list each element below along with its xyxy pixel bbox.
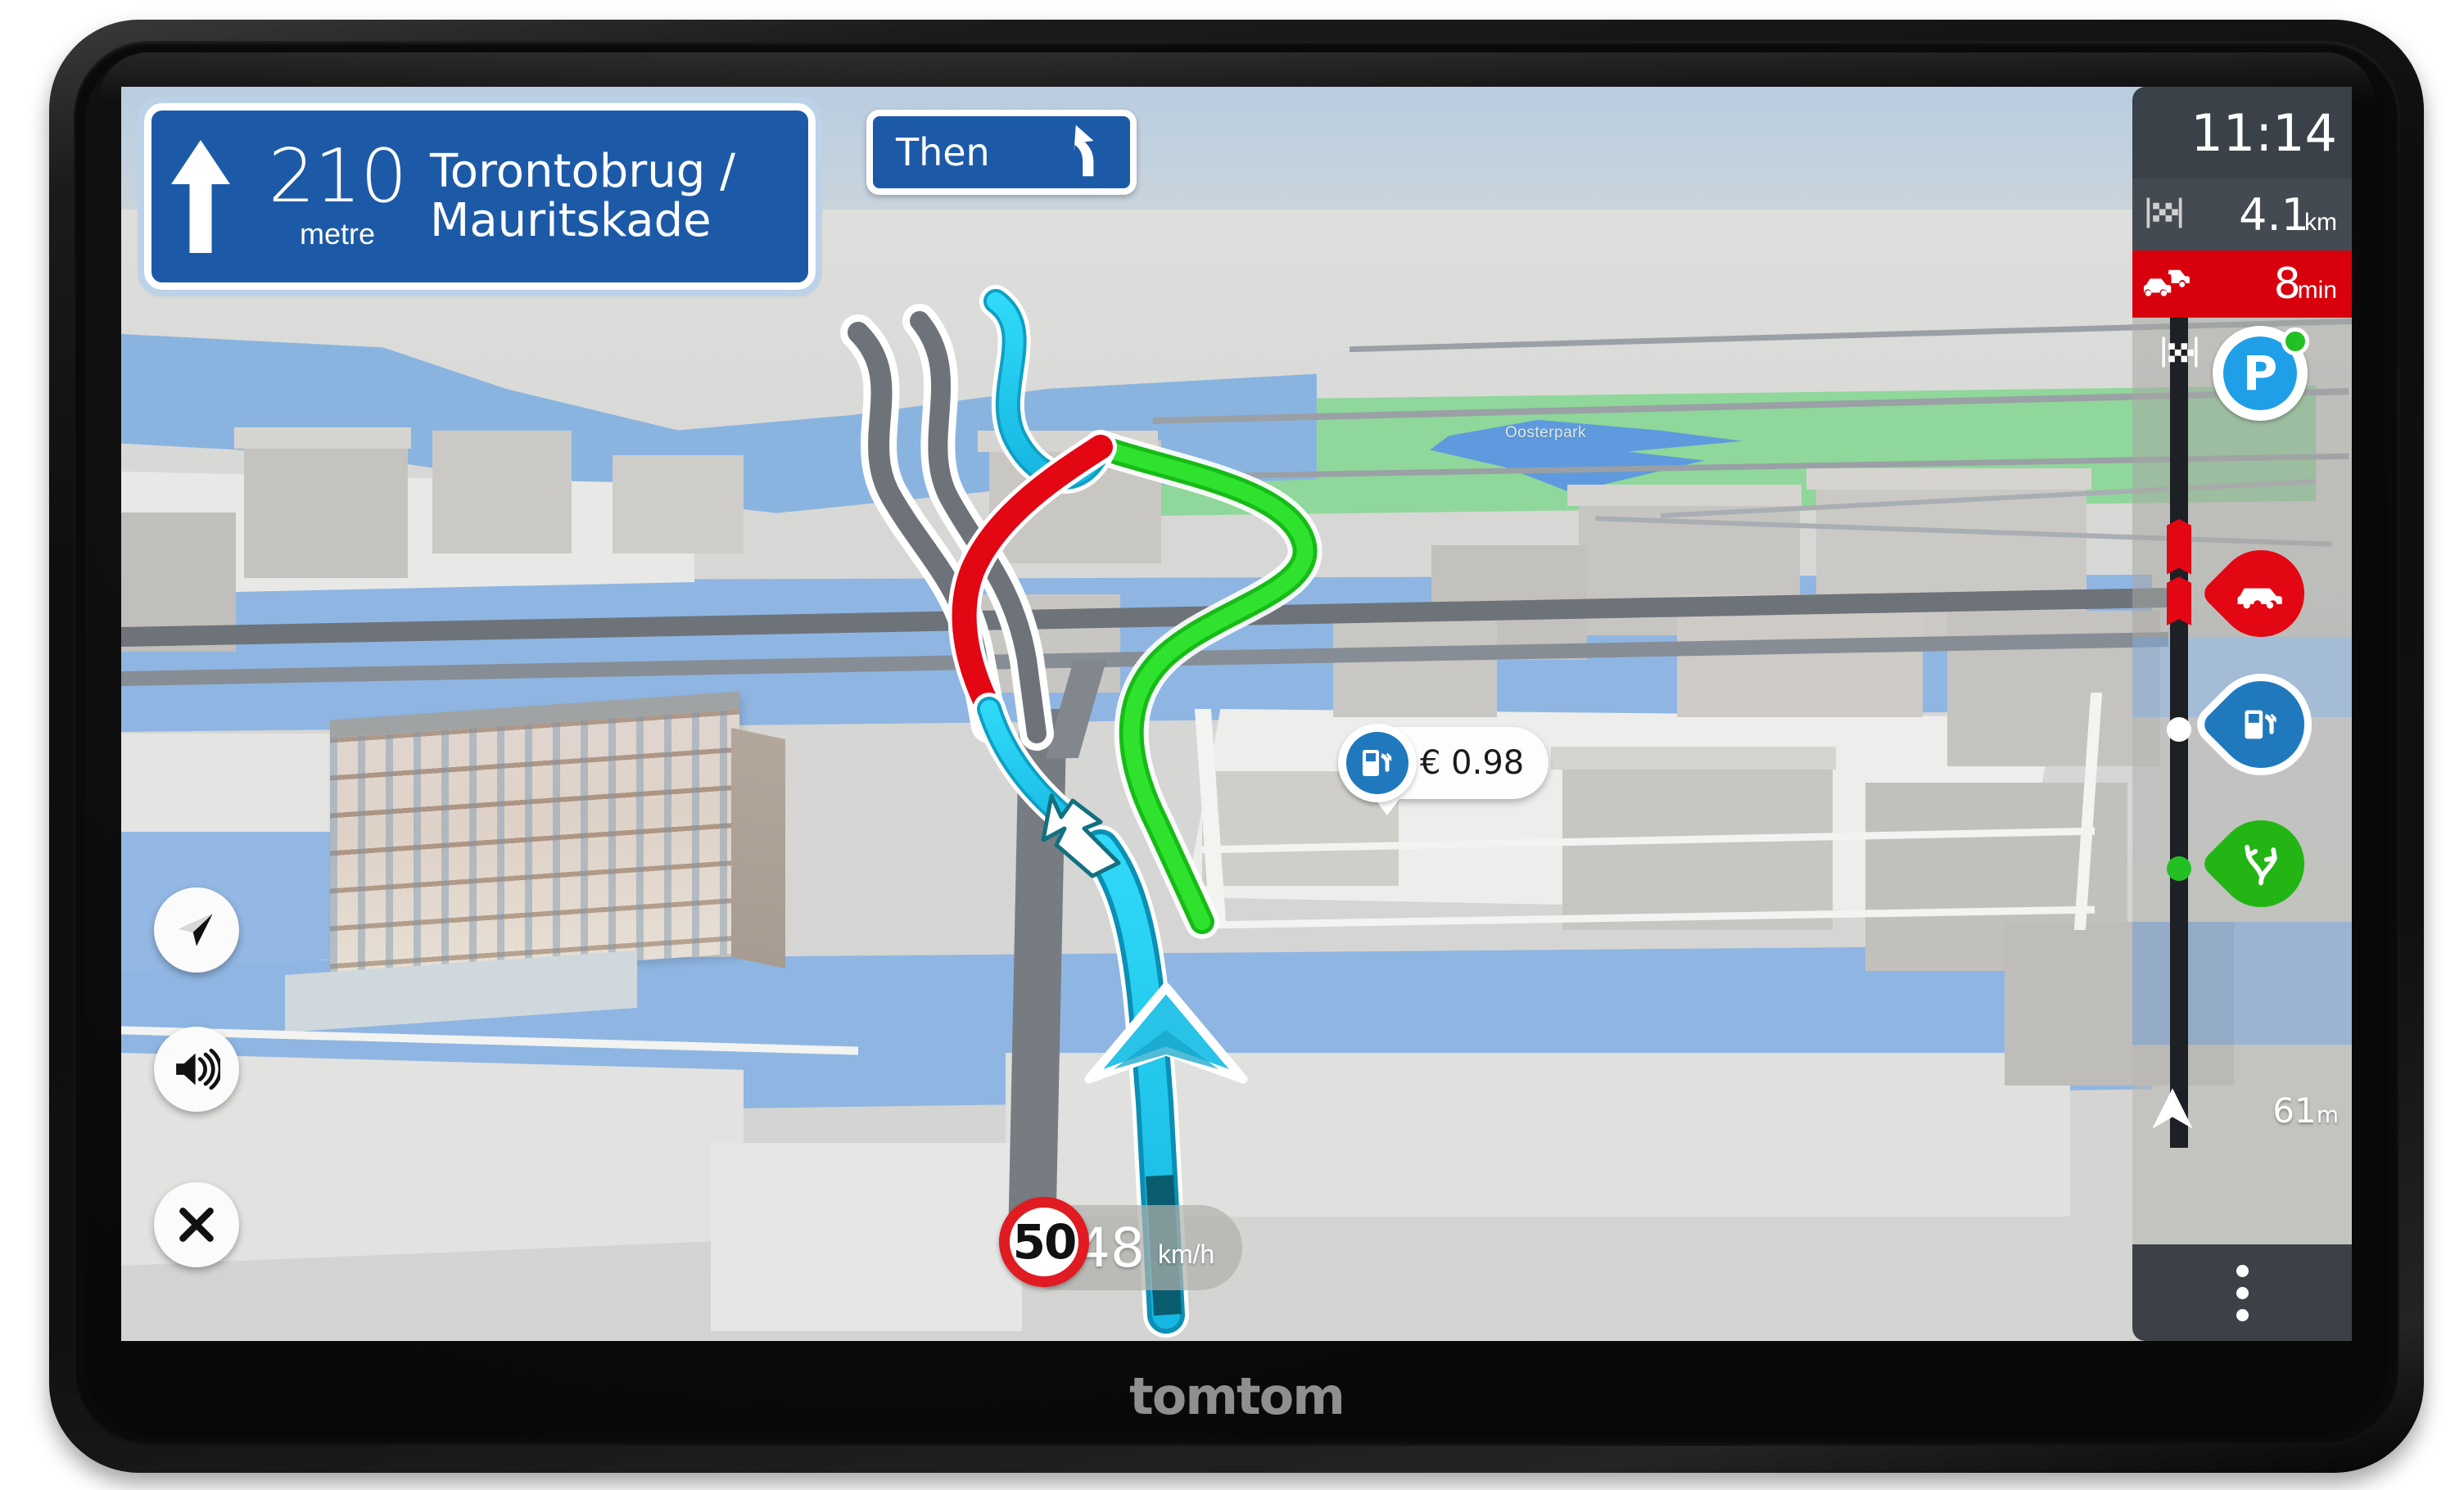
menu-dot [2236, 1308, 2249, 1321]
then-label: Then [896, 130, 990, 174]
position-arrow-icon [2147, 1083, 2198, 1138]
speed-limit-sign: 50 [999, 1197, 1089, 1287]
compass-arrow-icon[interactable] [154, 887, 239, 973]
menu-dot [2236, 1286, 2249, 1299]
device-screen[interactable]: Oosterpark € 0.98 210 metre Torontobrug … [121, 87, 2352, 1341]
route-bar-current-position: 61m [2132, 1072, 2352, 1148]
current-position-distance: 61 [2272, 1090, 2317, 1131]
instruction-street-name: Torontobrug / Mauritskade [430, 147, 808, 246]
remaining-distance-panel: 4.1km [2132, 178, 2352, 251]
tomtom-logo: TOMTOM [1129, 1366, 1345, 1426]
remaining-distance-unit: km [2304, 208, 2337, 236]
more-vertical-icon[interactable] [2132, 1244, 2352, 1341]
bear-left-arrow-icon [1061, 121, 1112, 184]
close-x-icon[interactable] [154, 1182, 239, 1267]
fuel-pump-icon[interactable] [1338, 724, 1417, 802]
available-green-dot [2281, 327, 2309, 355]
checkered-flag-icon [2141, 336, 2219, 372]
traffic-delay-panel: 8min [2132, 251, 2352, 318]
instruction-distance-unit: metre [299, 216, 376, 251]
clock-panel: 11:14 [2132, 87, 2352, 178]
tomtom-navigation-device: Oosterpark € 0.98 210 metre Torontobrug … [49, 20, 2424, 1485]
next-instruction-panel[interactable]: 210 metre Torontobrug / Mauritskade [138, 97, 822, 296]
route-bar-waypoint-dot [2167, 717, 2191, 742]
volume-on-icon[interactable] [154, 1027, 239, 1112]
remaining-distance-value: 4.1 [2239, 188, 2309, 241]
route-bar-sidebar[interactable]: 11:14 4.1km 8min P 61m [2132, 87, 2352, 1341]
traffic-cars-icon [2144, 266, 2191, 303]
instruction-street-line1: Torontobrug / [430, 144, 735, 198]
route-progress-bar[interactable]: P 61m [2132, 318, 2352, 1244]
traffic-delay-value: 8 [2273, 260, 2301, 309]
instruction-street-line2: Mauritskade [430, 194, 712, 247]
instruction-distance: 210 metre [250, 133, 430, 251]
fuel-pump-icon-inner [1346, 732, 1408, 794]
straight-arrow-icon [151, 135, 250, 258]
menu-dot [2236, 1264, 2249, 1277]
traffic-delay-unit: min [2297, 277, 2337, 304]
arrival-clock-value: 11:14 [2190, 102, 2337, 163]
fuel-price-label: € 0.98 [1420, 744, 1525, 782]
route-bar-alternative-dot [2167, 856, 2191, 881]
then-instruction-panel[interactable]: Then [866, 110, 1137, 195]
instruction-distance-value: 210 [268, 133, 408, 220]
speed-limit-value: 50 [1012, 1214, 1078, 1270]
route-bar-bg-segment [2132, 922, 2352, 1045]
current-speed-unit: km/h [1157, 1239, 1215, 1269]
microphone-slot [1208, 1465, 1265, 1472]
checkered-flag-icon [2145, 196, 2183, 233]
current-position-unit: m [2316, 1100, 2339, 1128]
route-marker-parking[interactable]: P [2213, 326, 2309, 421]
